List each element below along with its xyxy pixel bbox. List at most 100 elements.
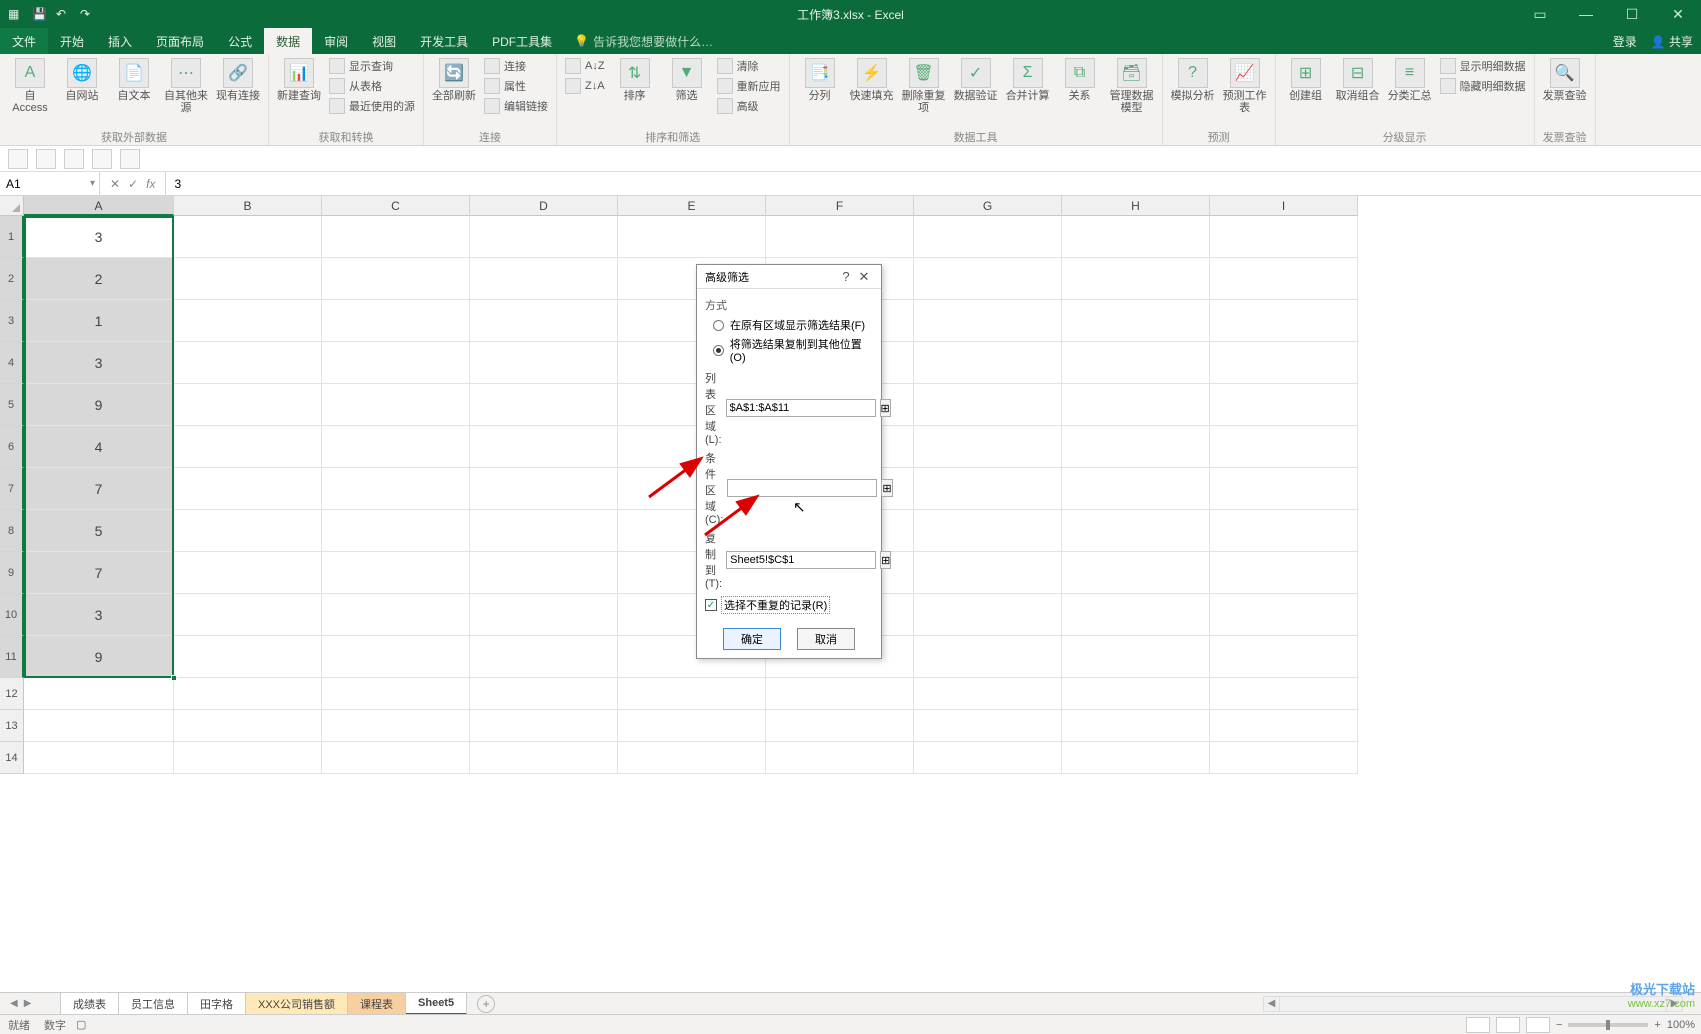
cell[interactable]: [1210, 742, 1358, 774]
btn-edit-link[interactable]: 编辑链接: [484, 98, 548, 114]
tell-me[interactable]: 💡告诉我您想要做什么…: [574, 28, 713, 54]
column-header[interactable]: G: [914, 196, 1062, 216]
cell[interactable]: [470, 300, 618, 342]
cell[interactable]: [470, 426, 618, 468]
row-header[interactable]: 12: [0, 678, 24, 710]
column-header[interactable]: A: [24, 196, 174, 216]
column-header[interactable]: D: [470, 196, 618, 216]
new-sheet-button[interactable]: +: [477, 995, 495, 1013]
column-header[interactable]: E: [618, 196, 766, 216]
cell[interactable]: [914, 300, 1062, 342]
cell[interactable]: [174, 552, 322, 594]
cell[interactable]: 7: [24, 552, 174, 594]
tab-dev[interactable]: 开发工具: [408, 28, 480, 54]
btn-subtotal[interactable]: ≡分类汇总: [1388, 58, 1432, 102]
row-header[interactable]: 2: [0, 258, 24, 300]
tab-view[interactable]: 视图: [360, 28, 408, 54]
cell[interactable]: [914, 258, 1062, 300]
btn-refresh-all[interactable]: 🔄全部刷新: [432, 58, 476, 102]
cell[interactable]: [322, 710, 470, 742]
btn-consolidate[interactable]: Σ合并计算: [1006, 58, 1050, 102]
row-header[interactable]: 11: [0, 636, 24, 678]
cell[interactable]: [470, 742, 618, 774]
cell[interactable]: 9: [24, 384, 174, 426]
cell[interactable]: [470, 678, 618, 710]
cell[interactable]: [914, 510, 1062, 552]
sheet-tab[interactable]: XXX公司销售额: [246, 993, 348, 1015]
cell[interactable]: [322, 342, 470, 384]
cell[interactable]: 3: [24, 342, 174, 384]
cell[interactable]: [618, 742, 766, 774]
sheet-tab[interactable]: 课程表: [348, 993, 406, 1015]
save-icon[interactable]: 💾: [32, 7, 46, 21]
cell[interactable]: [1062, 678, 1210, 710]
sheet-tab[interactable]: 员工信息: [119, 993, 188, 1015]
btn-access[interactable]: A自 Access: [8, 58, 52, 114]
cell[interactable]: [174, 216, 322, 258]
cell[interactable]: [174, 426, 322, 468]
btn-text-cols[interactable]: 📑分列: [798, 58, 842, 102]
cell[interactable]: [1210, 552, 1358, 594]
btn-conn[interactable]: 连接: [484, 58, 548, 74]
row-header[interactable]: 1: [0, 216, 24, 258]
fx-icon[interactable]: fx: [146, 177, 155, 191]
column-header[interactable]: I: [1210, 196, 1358, 216]
list-range-input[interactable]: [726, 399, 876, 417]
ok-button[interactable]: 确定: [723, 628, 781, 650]
cell[interactable]: 1: [24, 300, 174, 342]
cell[interactable]: [174, 636, 322, 678]
btn-show-detail[interactable]: 显示明细数据: [1440, 58, 1526, 74]
qa-btn-1[interactable]: [8, 149, 28, 169]
cell[interactable]: [24, 742, 174, 774]
cell[interactable]: [322, 426, 470, 468]
cell[interactable]: [322, 468, 470, 510]
view-normal-icon[interactable]: [1466, 1017, 1490, 1033]
tab-home[interactable]: 开始: [48, 28, 96, 54]
horizontal-scrollbar[interactable]: ◀▶: [1263, 996, 1683, 1012]
cell[interactable]: [914, 594, 1062, 636]
cell[interactable]: [914, 678, 1062, 710]
cell[interactable]: [914, 468, 1062, 510]
cell[interactable]: [322, 594, 470, 636]
cell[interactable]: [322, 510, 470, 552]
zoom-level[interactable]: 100%: [1667, 1019, 1695, 1031]
cell[interactable]: 9: [24, 636, 174, 678]
btn-recent-src[interactable]: 最近使用的源: [329, 98, 415, 114]
dialog-titlebar[interactable]: 高级筛选 ? ✕: [697, 265, 881, 289]
btn-remove-dup[interactable]: 🗑删除重复项: [902, 58, 946, 114]
cell[interactable]: [174, 384, 322, 426]
cell[interactable]: [322, 636, 470, 678]
tab-data[interactable]: 数据: [264, 28, 312, 54]
sheet-nav[interactable]: ◀▶: [0, 998, 60, 1009]
btn-invoice[interactable]: 🔍发票查验: [1543, 58, 1587, 102]
tab-pdf[interactable]: PDF工具集: [480, 28, 564, 54]
tab-review[interactable]: 审阅: [312, 28, 360, 54]
cell[interactable]: [322, 552, 470, 594]
cell[interactable]: [1062, 510, 1210, 552]
share-button[interactable]: 👤 共享: [1651, 33, 1693, 50]
btn-sort-asc[interactable]: A↓Z: [565, 58, 605, 74]
cell[interactable]: [1210, 510, 1358, 552]
cell[interactable]: [914, 342, 1062, 384]
cell[interactable]: [174, 510, 322, 552]
qa-btn-4[interactable]: [92, 149, 112, 169]
select-all-corner[interactable]: [0, 196, 24, 216]
btn-web[interactable]: 🌐自网站: [60, 58, 104, 102]
sheet-tab[interactable]: 成绩表: [60, 993, 119, 1015]
radio-filter-inplace[interactable]: 在原有区域显示筛选结果(F): [713, 317, 873, 333]
sheet-tab-active[interactable]: Sheet5: [406, 993, 467, 1015]
column-header[interactable]: C: [322, 196, 470, 216]
cell[interactable]: [1062, 300, 1210, 342]
minimize-icon[interactable]: —: [1563, 0, 1609, 28]
cell[interactable]: [322, 384, 470, 426]
cell[interactable]: [322, 258, 470, 300]
row-header[interactable]: 8: [0, 510, 24, 552]
cell[interactable]: [1062, 258, 1210, 300]
range-picker-icon[interactable]: ⊞: [881, 479, 892, 497]
help-icon[interactable]: ?: [837, 269, 855, 284]
row-header[interactable]: 14: [0, 742, 24, 774]
btn-hide-detail[interactable]: 隐藏明细数据: [1440, 78, 1526, 94]
qa-btn-2[interactable]: [36, 149, 56, 169]
cell[interactable]: [1062, 552, 1210, 594]
cell[interactable]: [470, 216, 618, 258]
